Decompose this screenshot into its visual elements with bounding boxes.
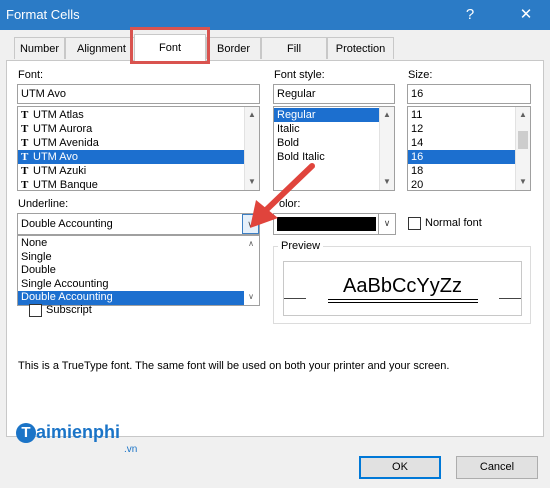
subscript-label: Subscript xyxy=(46,304,92,316)
size-item[interactable]: 18 xyxy=(408,164,530,178)
underline-option[interactable]: Double xyxy=(18,264,259,278)
underline-label: Underline: xyxy=(18,198,69,210)
font-list-item[interactable]: T UTM Aurora xyxy=(18,122,259,136)
font-style-item-selected[interactable]: Regular xyxy=(274,108,394,122)
cancel-button[interactable]: Cancel xyxy=(456,456,538,479)
tab-border[interactable]: Border xyxy=(206,37,261,59)
title-bar: Format Cells ? ✕ xyxy=(0,0,550,30)
truetype-icon: T xyxy=(21,151,29,163)
preview-text: AaBbCcYyZz xyxy=(343,275,462,297)
underline-1 xyxy=(328,299,478,300)
preview-guide-line xyxy=(284,298,306,299)
scroll-up-icon[interactable]: ▲ xyxy=(516,108,530,122)
truetype-icon: T xyxy=(21,137,29,149)
size-list-scrollbar[interactable]: ▲ ▼ xyxy=(515,107,530,190)
font-style-item[interactable]: Italic xyxy=(274,122,394,136)
font-input[interactable]: UTM Avo xyxy=(17,84,260,104)
size-item[interactable]: 20 xyxy=(408,178,530,190)
truetype-icon: T xyxy=(21,179,29,191)
scroll-up-icon[interactable]: ▲ xyxy=(245,108,259,122)
tab-fill[interactable]: Fill xyxy=(261,37,327,59)
font-style-input[interactable]: Regular xyxy=(273,84,395,104)
font-style-item[interactable]: Bold xyxy=(274,136,394,150)
tab-protection[interactable]: Protection xyxy=(327,37,394,59)
underline-option[interactable]: Single xyxy=(18,251,259,265)
size-item[interactable]: 11 xyxy=(408,108,530,122)
subscript-checkbox[interactable] xyxy=(29,304,42,317)
preview-box: AaBbCcYyZz xyxy=(283,261,522,316)
font-list-item-selected[interactable]: T UTM Avo xyxy=(18,150,259,164)
underline-combo[interactable]: Double Accounting ∨ xyxy=(17,213,260,235)
size-label: Size: xyxy=(408,69,433,81)
preview-guide-line xyxy=(499,298,521,299)
underline-option-selected[interactable]: Double Accounting xyxy=(18,291,259,305)
scroll-down-icon[interactable]: ▼ xyxy=(380,175,394,189)
font-style-scrollbar[interactable]: ▲ ▼ xyxy=(379,107,394,190)
underline-dropdown-list[interactable]: None Single Double Single Accounting Dou… xyxy=(17,235,260,306)
size-input[interactable]: 16 xyxy=(407,84,531,104)
scroll-thumb[interactable] xyxy=(518,131,528,149)
chevron-down-icon[interactable]: ∨ xyxy=(244,290,258,304)
underline-combo-value: Double Accounting xyxy=(21,218,113,230)
logo-icon: T xyxy=(16,422,36,443)
font-label: Font: xyxy=(18,69,44,81)
info-text: This is a TrueType font. The same font w… xyxy=(18,360,450,372)
size-item[interactable]: 14 xyxy=(408,136,530,150)
normal-font-label: Normal font xyxy=(425,217,482,229)
preview-label: Preview xyxy=(278,240,324,252)
close-button[interactable]: ✕ xyxy=(511,3,541,27)
underline-option[interactable]: Single Accounting xyxy=(18,278,259,292)
font-list-item[interactable]: T UTM Avenida xyxy=(18,136,259,150)
font-style-label: Font style: xyxy=(274,69,325,81)
size-item-selected[interactable]: 16 xyxy=(408,150,530,164)
help-button[interactable]: ? xyxy=(455,3,485,27)
font-list[interactable]: T UTM Atlas T UTM Aurora T UTM Avenida T UTM… xyxy=(17,106,260,191)
scroll-up-icon[interactable]: ▲ xyxy=(380,108,394,122)
font-list-item[interactable]: T UTM Azuki xyxy=(18,164,259,178)
tab-number[interactable]: Number xyxy=(14,37,65,59)
truetype-icon: T xyxy=(21,165,29,177)
truetype-icon: T xyxy=(21,123,29,135)
font-list-item[interactable]: T UTM Banque xyxy=(18,178,259,191)
chevron-down-icon[interactable]: ∨ xyxy=(378,214,395,234)
ok-button[interactable]: OK xyxy=(359,456,441,479)
underline-list-scrollbar[interactable]: ∧ ∨ xyxy=(244,236,259,305)
watermark-logo: Taimienphi .vn xyxy=(16,422,137,455)
size-item[interactable]: 12 xyxy=(408,122,530,136)
tab-font[interactable]: Font xyxy=(134,34,206,61)
window-title: Format Cells xyxy=(6,7,80,22)
size-list[interactable]: 11 12 14 16 18 20 ▲ ▼ xyxy=(407,106,531,191)
font-list-item[interactable]: T UTM Atlas xyxy=(18,108,259,122)
scroll-down-icon[interactable]: ▼ xyxy=(516,175,530,189)
truetype-icon: T xyxy=(21,109,29,121)
normal-font-checkbox[interactable] xyxy=(408,217,421,230)
underline-2 xyxy=(328,302,478,303)
underline-option[interactable]: None xyxy=(18,237,259,251)
arrow-annotation-icon xyxy=(250,163,315,228)
tab-alignment[interactable]: Alignment xyxy=(65,37,138,59)
